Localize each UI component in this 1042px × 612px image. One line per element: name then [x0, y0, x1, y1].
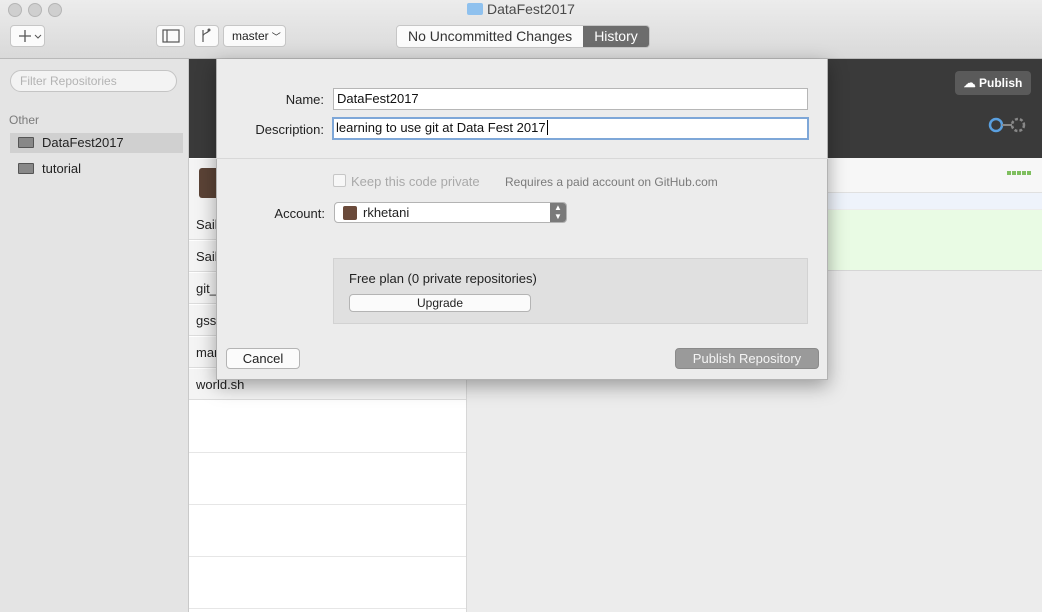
empty-row: [189, 453, 466, 505]
up-down-arrows-icon: ▲ ▼: [550, 203, 566, 222]
branch-selector[interactable]: master ﹀: [223, 25, 286, 47]
name-label: Name:: [285, 92, 324, 107]
cloud-upload-icon: ☁: [963, 76, 976, 90]
sidebar-item-datafest2017[interactable]: DataFest2017: [10, 133, 183, 153]
repository-icon: [18, 163, 34, 174]
name-field[interactable]: DataFest2017: [333, 88, 808, 110]
text-cursor: [546, 120, 548, 135]
account-label: Account:: [274, 206, 325, 221]
view-switcher: No Uncommitted Changes History: [396, 25, 650, 48]
sync-status-icon: [988, 117, 1026, 133]
publish-repository-button[interactable]: Publish Repository: [675, 348, 819, 369]
plan-text: Free plan (0 private repositories): [349, 271, 537, 286]
window-title: DataFest2017: [0, 1, 1042, 17]
empty-row: [189, 557, 466, 609]
avatar: [343, 206, 357, 220]
sidebar-item-tutorial[interactable]: tutorial: [10, 159, 183, 179]
account-select[interactable]: rkhetani ▲ ▼: [334, 202, 567, 223]
toggle-sidebar-button[interactable]: [156, 25, 185, 47]
repository-icon: [18, 137, 34, 148]
chevron-down-icon: ﹀: [271, 32, 281, 42]
branch-icon: [202, 28, 211, 42]
add-repository-button[interactable]: [10, 25, 45, 47]
plan-box: [333, 258, 808, 324]
upgrade-button[interactable]: Upgrade: [349, 294, 531, 312]
description-label: Description:: [255, 122, 324, 137]
description-field[interactable]: learning to use git at Data Fest 2017: [332, 117, 809, 140]
empty-row: [189, 401, 466, 453]
section-header-other: Other: [9, 113, 40, 127]
empty-row: [189, 505, 466, 557]
branches-button[interactable]: [194, 25, 219, 47]
diffstat-bar: [1007, 171, 1031, 175]
keep-private-checkbox[interactable]: [333, 174, 346, 187]
publish-button[interactable]: ☁ Publish: [955, 71, 1031, 95]
tab-changes[interactable]: No Uncommitted Changes: [397, 26, 584, 47]
sidebar-icon: [162, 29, 180, 43]
paid-account-note: Requires a paid account on GitHub.com: [505, 175, 718, 189]
divider: [216, 158, 828, 159]
cancel-button[interactable]: Cancel: [226, 348, 300, 369]
folder-icon: [467, 3, 484, 15]
tab-history[interactable]: History: [583, 26, 649, 47]
plus-icon: [19, 30, 42, 42]
filter-repositories-input[interactable]: Filter Repositories: [10, 70, 177, 92]
keep-private-label: Keep this code private: [351, 174, 480, 189]
